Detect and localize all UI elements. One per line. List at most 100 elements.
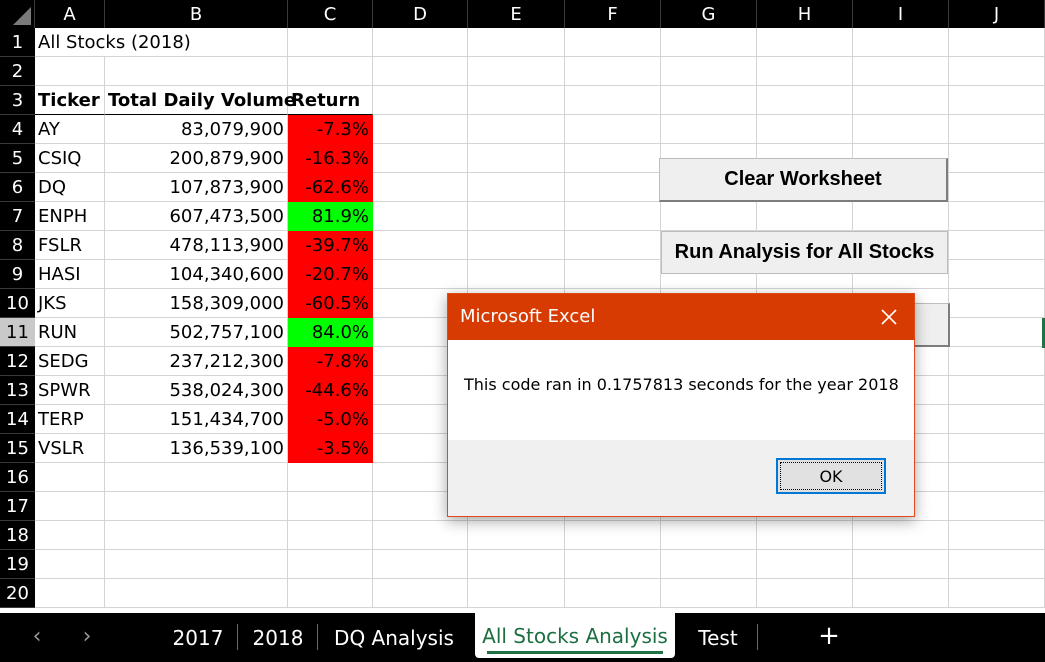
cell-c6[interactable]: -62.6% [288, 173, 373, 202]
cell-a10[interactable]: JKS [35, 289, 105, 318]
row-header-3[interactable]: 3 [0, 86, 35, 115]
cell-j15[interactable] [949, 434, 1045, 463]
column-header-e[interactable]: E [468, 0, 565, 28]
row-header-19[interactable]: 19 [0, 550, 35, 579]
cell-j18[interactable] [949, 521, 1045, 550]
column-header-g[interactable]: G [661, 0, 757, 28]
cell-g7[interactable] [661, 202, 757, 231]
cell-h7[interactable] [757, 202, 853, 231]
cell-f2[interactable] [565, 57, 661, 86]
run-analysis-all-stocks-button[interactable]: Run Analysis for All Stocks [661, 231, 948, 274]
cell-a13[interactable]: SPWR [35, 376, 105, 405]
row-header-11[interactable]: 11 [0, 318, 35, 347]
cell-h3[interactable] [757, 86, 853, 115]
tab-dq-analysis[interactable]: DQ Analysis [320, 613, 468, 662]
cell-b5[interactable]: 200,879,900 [105, 144, 288, 173]
cell-j11[interactable] [949, 318, 1045, 347]
cell-a1[interactable]: All Stocks (2018) [35, 28, 191, 57]
cell-c3[interactable]: Return [288, 86, 373, 115]
tab-all-stocks-analysis[interactable]: All Stocks Analysis [475, 613, 675, 658]
cell-c11[interactable]: 84.0% [288, 318, 373, 347]
cell-e5[interactable] [468, 144, 565, 173]
cell-b8[interactable]: 478,113,900 [105, 231, 288, 260]
cell-a7[interactable]: ENPH [35, 202, 105, 231]
cell-i18[interactable] [853, 521, 949, 550]
cell-j3[interactable] [949, 86, 1045, 115]
cell-c10[interactable]: -60.5% [288, 289, 373, 318]
cell-f5[interactable] [565, 144, 661, 173]
cell-e8[interactable] [468, 231, 565, 260]
cell-f7[interactable] [565, 202, 661, 231]
row-header-12[interactable]: 12 [0, 347, 35, 376]
cell-g2[interactable] [661, 57, 757, 86]
cell-b11[interactable]: 502,757,100 [105, 318, 288, 347]
cell-b4[interactable]: 83,079,900 [105, 115, 288, 144]
row-header-9[interactable]: 9 [0, 260, 35, 289]
row-header-1[interactable]: 1 [0, 28, 35, 57]
cell-b20[interactable] [105, 579, 288, 608]
cell-j8[interactable] [949, 231, 1045, 260]
cell-a17[interactable] [35, 492, 105, 521]
cell-j6[interactable] [949, 173, 1045, 202]
cell-i3[interactable] [853, 86, 949, 115]
cell-c18[interactable] [288, 521, 373, 550]
cell-j2[interactable] [949, 57, 1045, 86]
cell-j19[interactable] [949, 550, 1045, 579]
select-all-corner[interactable] [0, 0, 35, 28]
cell-j12[interactable] [949, 347, 1045, 376]
column-header-h[interactable]: H [757, 0, 853, 28]
cell-j13[interactable] [949, 376, 1045, 405]
cell-j4[interactable] [949, 115, 1045, 144]
cell-h1[interactable] [757, 28, 853, 57]
cell-c12[interactable]: -7.8% [288, 347, 373, 376]
cell-h18[interactable] [757, 521, 853, 550]
ok-button[interactable]: OK [776, 458, 886, 494]
cell-e4[interactable] [468, 115, 565, 144]
chevron-left-icon[interactable]: ‹ [22, 621, 52, 651]
cell-f18[interactable] [565, 521, 661, 550]
row-header-20[interactable]: 20 [0, 579, 35, 608]
cell-e3[interactable] [468, 86, 565, 115]
cell-a8[interactable]: FSLR [35, 231, 105, 260]
cell-e2[interactable] [468, 57, 565, 86]
row-header-8[interactable]: 8 [0, 231, 35, 260]
cell-a2[interactable] [35, 57, 105, 86]
tab-test[interactable]: Test [680, 613, 756, 662]
cell-d9[interactable] [373, 260, 468, 289]
cell-j7[interactable] [949, 202, 1045, 231]
cell-c4[interactable]: -7.3% [288, 115, 373, 144]
cell-c2[interactable] [288, 57, 373, 86]
cell-d19[interactable] [373, 550, 468, 579]
cell-b10[interactable]: 158,309,000 [105, 289, 288, 318]
cell-a14[interactable]: TERP [35, 405, 105, 434]
cell-j1[interactable] [949, 28, 1045, 57]
cell-d6[interactable] [373, 173, 468, 202]
cell-d8[interactable] [373, 231, 468, 260]
cell-a19[interactable] [35, 550, 105, 579]
cell-c14[interactable]: -5.0% [288, 405, 373, 434]
cell-h4[interactable] [757, 115, 853, 144]
cell-h20[interactable] [757, 579, 853, 608]
cell-a12[interactable]: SEDG [35, 347, 105, 376]
cell-c9[interactable]: -20.7% [288, 260, 373, 289]
cell-h2[interactable] [757, 57, 853, 86]
close-icon[interactable] [864, 294, 914, 340]
cell-a5[interactable]: CSIQ [35, 144, 105, 173]
cell-b13[interactable]: 538,024,300 [105, 376, 288, 405]
cell-c5[interactable]: -16.3% [288, 144, 373, 173]
row-header-14[interactable]: 14 [0, 405, 35, 434]
chevron-right-icon[interactable]: › [72, 621, 102, 651]
cell-g1[interactable] [661, 28, 757, 57]
cell-a16[interactable] [35, 463, 105, 492]
cell-c20[interactable] [288, 579, 373, 608]
column-header-a[interactable]: A [35, 0, 105, 28]
cell-b3[interactable]: Total Daily Volume [105, 86, 296, 115]
cell-e1[interactable] [468, 28, 565, 57]
row-header-17[interactable]: 17 [0, 492, 35, 521]
cell-c7[interactable]: 81.9% [288, 202, 373, 231]
cell-a6[interactable]: DQ [35, 173, 105, 202]
cell-j16[interactable] [949, 463, 1045, 492]
cell-d18[interactable] [373, 521, 468, 550]
cell-d2[interactable] [373, 57, 468, 86]
row-header-15[interactable]: 15 [0, 434, 35, 463]
